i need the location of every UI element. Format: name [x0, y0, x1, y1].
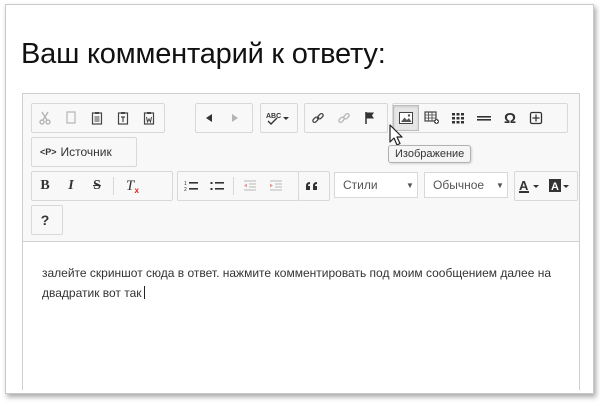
image-tooltip: Изображение [388, 145, 472, 163]
svg-text:A: A [551, 181, 559, 193]
content-text: двадратик вот так [42, 286, 142, 300]
outdent-icon[interactable] [237, 173, 263, 199]
paste-icon[interactable] [84, 105, 110, 131]
editor-toolbar: ABC Ω <P> Источник B I S T x 1 2 Стили ▼… [23, 94, 579, 242]
indent-icon[interactable] [263, 173, 289, 199]
anchor-flag-icon[interactable] [357, 105, 383, 131]
insert-group: Ω [392, 103, 568, 133]
styles-combo-value: Стили [343, 178, 378, 192]
page-title: Ваш комментарий к ответу: [21, 38, 386, 70]
chevron-down-icon: ▼ [496, 180, 504, 190]
omega-icon[interactable]: Ω [497, 105, 523, 131]
spellcheck-group: ABC [260, 103, 298, 133]
content-line-last: двадратик вот так [42, 283, 562, 303]
content-line: залейте скриншот сюда в ответ. нажмите к… [42, 266, 552, 280]
svg-text:A: A [519, 179, 529, 193]
media-icon[interactable] [419, 105, 445, 131]
remove-format-x-icon: x [134, 186, 139, 195]
strike-button[interactable]: S [84, 173, 110, 199]
styles-combo[interactable]: Стили ▼ [334, 172, 418, 198]
link-icon[interactable] [305, 105, 331, 131]
table-icon[interactable] [445, 105, 471, 131]
source-group: <P> Источник [31, 137, 137, 167]
text-color-button[interactable]: A [515, 173, 545, 199]
remove-format-button[interactable]: T x [117, 173, 143, 199]
blockquote-icon[interactable] [299, 173, 325, 199]
source-tag-icon: <P> [40, 147, 57, 157]
rich-text-editor: ABC Ω <P> Источник B I S T x 1 2 Стили ▼… [22, 93, 580, 390]
unlink-icon[interactable] [331, 105, 357, 131]
lists-group: 12 [177, 171, 299, 201]
iframe-icon[interactable] [523, 105, 549, 131]
undo-icon[interactable] [196, 105, 222, 131]
format-combo[interactable]: Обычное ▼ [424, 172, 508, 198]
spellcheck-icon[interactable]: ABC [261, 105, 295, 131]
help-button[interactable]: ? [32, 207, 58, 233]
numbered-list-icon[interactable]: 12 [178, 173, 204, 199]
bulleted-list-icon[interactable] [204, 173, 230, 199]
paste-word-icon[interactable] [136, 105, 162, 131]
horizontal-line-icon[interactable] [471, 105, 497, 131]
chevron-down-icon: ▼ [406, 180, 414, 190]
editor-content[interactable]: залейте скриншот сюда в ответ. нажмите к… [42, 263, 562, 303]
toolbar-separator [233, 177, 234, 195]
spellcheck-label: ABC [266, 113, 281, 120]
source-button[interactable]: <P> Источник [32, 139, 120, 165]
cut-icon[interactable] [32, 105, 58, 131]
help-group: ? [31, 205, 63, 235]
redo-icon[interactable] [222, 105, 248, 131]
bold-button[interactable]: B [32, 173, 58, 199]
paste-text-icon[interactable] [110, 105, 136, 131]
basic-styles-group: B I S T x [31, 171, 173, 201]
blocks-group [298, 171, 330, 201]
italic-button[interactable]: I [58, 173, 84, 199]
toolbar-separator [113, 177, 114, 195]
source-button-label: Источник [60, 145, 112, 159]
format-combo-value: Обычное [433, 178, 485, 192]
background-color-button[interactable]: A [545, 173, 575, 199]
colors-group: A A [514, 171, 578, 201]
svg-text:2: 2 [184, 187, 187, 192]
links-group [304, 103, 388, 133]
copy-icon[interactable] [58, 105, 84, 131]
remove-format-label: T [125, 177, 135, 194]
text-caret [143, 286, 145, 299]
clipboard-group [31, 103, 165, 133]
history-group [195, 103, 253, 133]
